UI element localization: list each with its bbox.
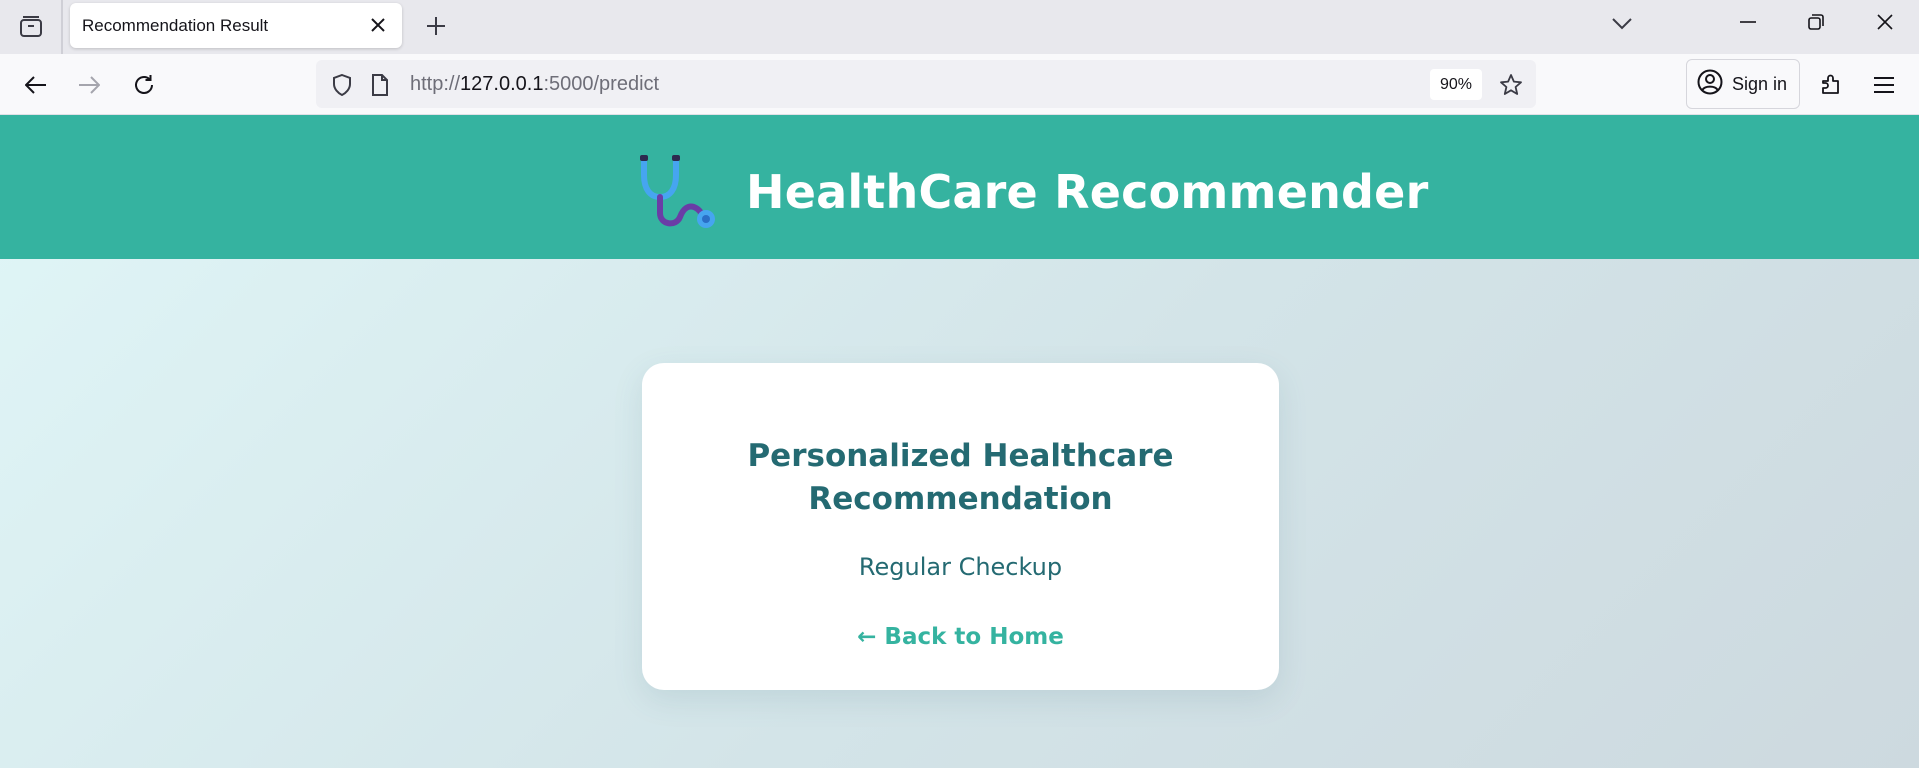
site-header: HealthCare Recommender — [0, 115, 1919, 259]
window-close-icon[interactable] — [1851, 0, 1919, 44]
active-tab[interactable]: Recommendation Result — [70, 3, 402, 48]
card-title-line1: Personalized Healthcare — [747, 438, 1174, 474]
chevron-down-icon[interactable] — [1604, 6, 1640, 42]
extensions-icon[interactable] — [1812, 66, 1850, 104]
restore-icon[interactable] — [1782, 0, 1850, 44]
card-title-line2: Recommendation — [808, 481, 1113, 517]
forward-arrow-icon[interactable] — [70, 66, 108, 104]
site-title: HealthCare Recommender — [746, 165, 1429, 219]
card-title: Personalized Healthcare Recommendation — [642, 435, 1279, 521]
tab-strip: Recommendation Result — [0, 0, 1919, 54]
back-arrow-icon[interactable] — [17, 66, 55, 104]
page-content: HealthCare Recommender Personalized Heal… — [0, 115, 1919, 768]
close-icon[interactable] — [366, 13, 390, 37]
sign-in-button[interactable]: Sign in — [1686, 59, 1800, 109]
url-text[interactable]: http://127.0.0.1:5000/predict — [410, 73, 659, 96]
back-to-home-link[interactable]: ← Back to Home — [642, 624, 1279, 650]
navigation-toolbar: http://127.0.0.1:5000/predict 90% Sign i… — [0, 54, 1919, 115]
minimize-icon[interactable] — [1714, 0, 1782, 44]
recommendation-result: Regular Checkup — [858, 553, 1063, 581]
address-bar[interactable]: http://127.0.0.1:5000/predict 90% — [316, 60, 1536, 108]
reload-icon[interactable] — [125, 66, 163, 104]
tab-separator — [61, 0, 63, 54]
menu-icon[interactable] — [1865, 66, 1903, 104]
zoom-level-badge[interactable]: 90% — [1430, 69, 1482, 100]
url-host: 127.0.0.1 — [460, 73, 544, 95]
sign-in-label: Sign in — [1732, 73, 1788, 94]
tab-overview-icon[interactable] — [12, 8, 50, 46]
tab-title: Recommendation Result — [82, 16, 269, 35]
page-icon[interactable] — [368, 73, 392, 97]
new-tab-icon[interactable] — [418, 8, 454, 44]
account-icon — [1697, 69, 1723, 100]
url-path: :5000/predict — [543, 73, 660, 95]
shield-icon[interactable] — [330, 73, 354, 97]
url-scheme: http:// — [410, 73, 461, 95]
recommendation-card: Personalized Healthcare Recommendation R… — [642, 363, 1279, 690]
bookmark-star-icon[interactable] — [1496, 70, 1526, 100]
stethoscope-icon — [636, 155, 716, 235]
